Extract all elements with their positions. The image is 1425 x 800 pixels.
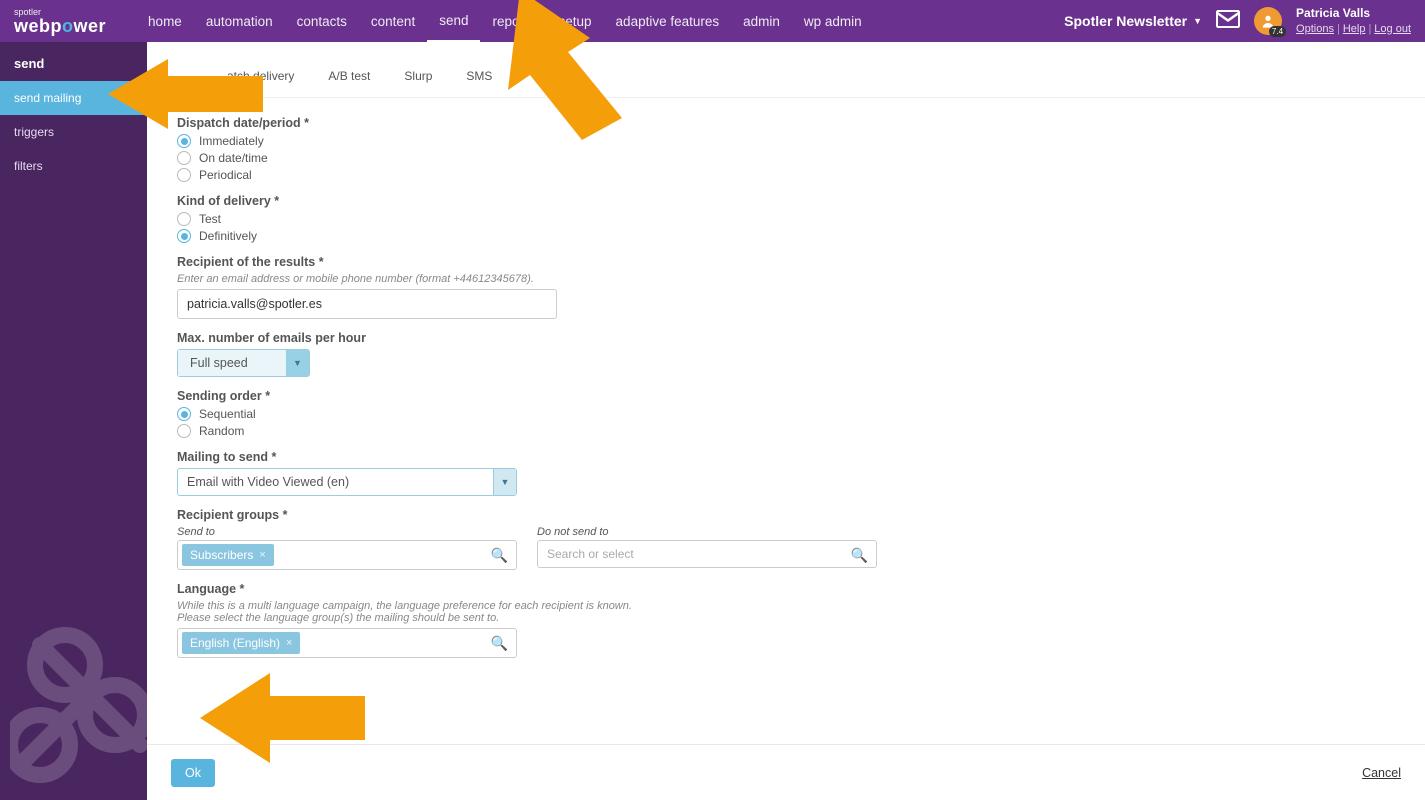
mail-icon[interactable] <box>1216 9 1240 32</box>
radio-test[interactable] <box>177 212 191 226</box>
tag-english: English (English) × <box>182 632 300 654</box>
logo-text-right: wer <box>74 16 107 36</box>
logo: spotler webpower <box>14 8 106 35</box>
search-icon[interactable]: 🔍 <box>851 547 868 564</box>
subtabs: atch delivery A/B test Slurp SMS <box>147 42 1425 98</box>
label-not-send-to: Do not send to <box>537 526 877 538</box>
logo-text-o: o <box>62 16 74 36</box>
tag-remove-icon[interactable]: × <box>286 637 292 649</box>
avatar[interactable]: 7.4 <box>1254 7 1282 35</box>
label-max-per-hour: Max. number of emails per hour <box>177 331 1415 345</box>
radio-random[interactable] <box>177 424 191 438</box>
annotation-arrow <box>200 668 365 768</box>
input-language[interactable]: English (English) × 🔍 <box>177 628 517 658</box>
sidebar-item-filters[interactable]: filters <box>0 149 147 183</box>
tag-label: English (English) <box>190 636 280 650</box>
label-sending-order: Sending order * <box>177 389 1415 403</box>
tag-subscribers: Subscribers × <box>182 544 274 566</box>
tag-label: Subscribers <box>190 548 253 562</box>
brand-dropdown[interactable]: Spotler Newsletter <box>1064 13 1202 29</box>
label-dispatch: Dispatch date/period * <box>177 116 1415 130</box>
radio-immediately[interactable] <box>177 134 191 148</box>
radio-label-periodical: Periodical <box>199 168 252 182</box>
help-link[interactable]: Help <box>1343 23 1366 35</box>
select-max-per-hour-value: Full speed <box>178 350 286 376</box>
hint-language-2: Please select the language group(s) the … <box>177 612 1415 624</box>
cancel-link[interactable]: Cancel <box>1362 766 1401 780</box>
annotation-arrow <box>460 0 625 140</box>
nav-contacts[interactable]: contacts <box>285 0 359 42</box>
label-mailing-to-send: Mailing to send * <box>177 450 1415 464</box>
label-recipient-groups: Recipient groups * <box>177 508 1415 522</box>
select-mailing-to-send[interactable]: Email with Video Viewed (en) ▼ <box>177 468 517 496</box>
form-area: Dispatch date/period * Immediately On da… <box>147 98 1425 744</box>
radio-periodical[interactable] <box>177 168 191 182</box>
hint-language-1: While this is a multi language campaign,… <box>177 600 1415 612</box>
annotation-arrow <box>108 54 263 134</box>
input-recipient-results[interactable] <box>177 289 557 319</box>
nav-home[interactable]: home <box>136 0 194 42</box>
radio-sequential[interactable] <box>177 407 191 421</box>
select-max-per-hour[interactable]: Full speed ▼ <box>177 349 310 377</box>
placeholder-not-send: Search or select <box>547 547 634 561</box>
input-send-to[interactable]: Subscribers × 🔍 <box>177 540 517 570</box>
user-block: Patricia Valls Options|Help|Log out <box>1296 6 1411 36</box>
input-not-send-to[interactable]: Search or select 🔍 <box>537 540 877 568</box>
search-icon[interactable]: 🔍 <box>491 547 508 564</box>
sidebar-decoration <box>10 625 170 800</box>
form-scroll[interactable]: Dispatch date/period * Immediately On da… <box>177 116 1425 661</box>
options-link[interactable]: Options <box>1296 23 1334 35</box>
header-right: Spotler Newsletter 7.4 Patricia Valls Op… <box>1064 6 1411 36</box>
radio-label-on-datetime: On date/time <box>199 151 268 165</box>
logo-text-left: webp <box>14 16 62 36</box>
nav-automation[interactable]: automation <box>194 0 285 42</box>
user-name: Patricia Valls <box>1296 6 1411 22</box>
subtab-ab-test[interactable]: A/B test <box>318 59 380 97</box>
nav-content[interactable]: content <box>359 0 427 42</box>
radio-label-sequential: Sequential <box>199 407 256 421</box>
subtab-slurp[interactable]: Slurp <box>394 59 442 97</box>
label-kind: Kind of delivery * <box>177 194 1415 208</box>
top-header: spotler webpower home automation contact… <box>0 0 1425 42</box>
logout-link[interactable]: Log out <box>1374 23 1411 35</box>
avatar-badge: 7.4 <box>1269 26 1286 37</box>
nav-admin[interactable]: admin <box>731 0 792 42</box>
sidebar: send send mailing triggers filters <box>0 42 147 800</box>
label-send-to: Send to <box>177 526 517 538</box>
chevron-down-icon[interactable]: ▼ <box>493 469 516 495</box>
radio-definitively[interactable] <box>177 229 191 243</box>
select-mailing-value: Email with Video Viewed (en) <box>178 469 493 495</box>
logo-main: webpower <box>14 17 106 35</box>
radio-label-test: Test <box>199 212 221 226</box>
label-language: Language * <box>177 582 1415 596</box>
nav-wp-admin[interactable]: wp admin <box>792 0 874 42</box>
chevron-down-icon[interactable]: ▼ <box>286 350 309 376</box>
radio-label-random: Random <box>199 424 244 438</box>
radio-label-definitively: Definitively <box>199 229 257 243</box>
radio-label-immediately: Immediately <box>199 134 264 148</box>
label-recipient-results: Recipient of the results * <box>177 255 1415 269</box>
hint-recipient-results: Enter an email address or mobile phone n… <box>177 273 1415 285</box>
search-icon[interactable]: 🔍 <box>491 635 508 652</box>
radio-on-datetime[interactable] <box>177 151 191 165</box>
tag-remove-icon[interactable]: × <box>259 549 265 561</box>
